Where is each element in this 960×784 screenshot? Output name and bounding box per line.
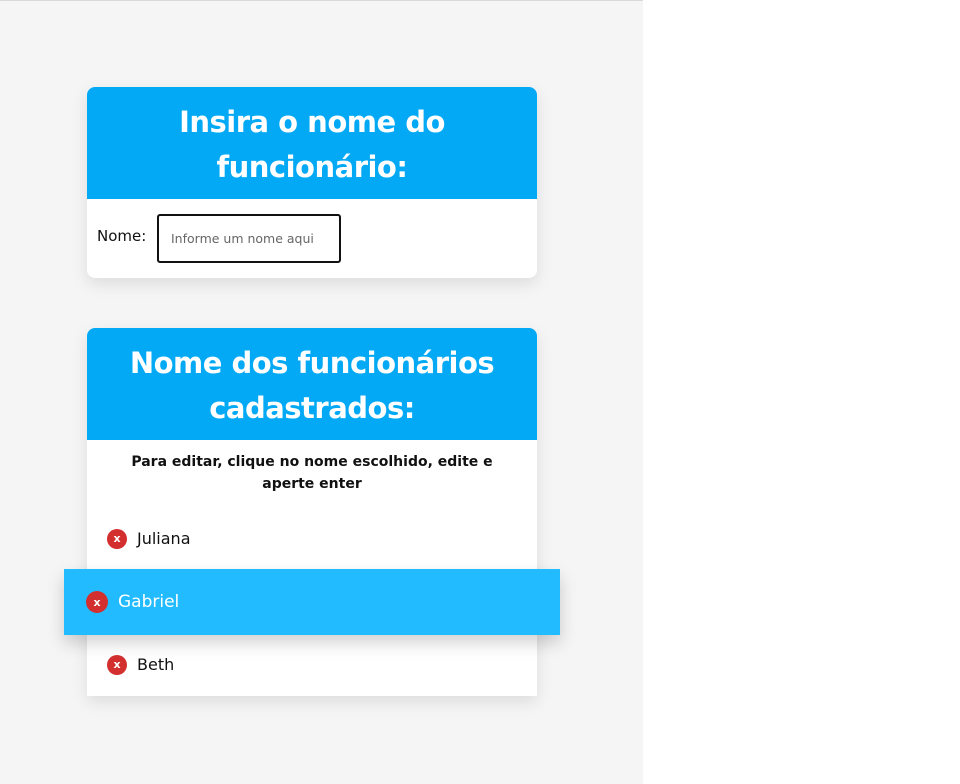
employee-list-card: Nome dos funcionários cadastrados: Para … (64, 328, 560, 696)
remove-button[interactable]: x (107, 654, 127, 675)
edit-hint: Para editar, clique no nome escolhido, e… (87, 440, 537, 507)
employee-name[interactable]: Beth (137, 655, 174, 674)
employee-list-item-highlighted[interactable]: x Gabriel (64, 569, 560, 635)
employee-list-item[interactable]: x Beth (87, 633, 537, 696)
employee-name[interactable]: Juliana (137, 529, 191, 548)
employee-name[interactable]: Gabriel (118, 592, 179, 612)
page-viewport: Insira o nome do funcionário: Nome: Nome… (0, 0, 643, 784)
remove-button[interactable]: x (107, 528, 127, 549)
form-card-title: Insira o nome do funcionário: (87, 87, 537, 199)
name-label: Nome: (97, 227, 147, 245)
remove-button[interactable]: x (86, 591, 108, 613)
list-card-title: Nome dos funcionários cadastrados: (87, 328, 537, 440)
name-form-row: Nome: (87, 199, 537, 278)
employee-form-card: Insira o nome do funcionário: Nome: (87, 87, 537, 278)
name-input[interactable] (157, 214, 341, 263)
employee-list-item[interactable]: x Juliana (87, 507, 537, 570)
